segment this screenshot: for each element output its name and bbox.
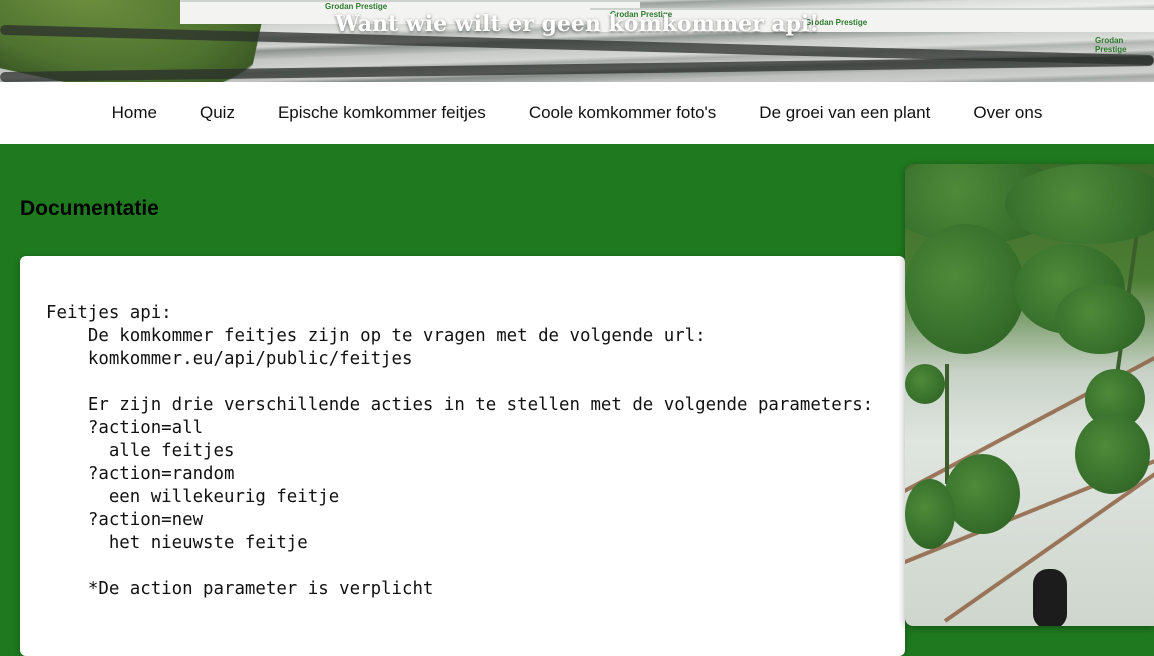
nav-feitjes[interactable]: Epische komkommer feitjes: [256, 103, 507, 123]
leaf: [1075, 414, 1150, 494]
nav-groei[interactable]: De groei van een plant: [738, 103, 952, 123]
header-banner: Grodan Prestige Grodan Prestige Grodan P…: [0, 0, 1154, 82]
nav-over-ons[interactable]: Over ons: [952, 103, 1064, 123]
leaf: [905, 364, 945, 404]
documentation-card: Feitjes api: De komkommer feitjes zijn o…: [20, 256, 905, 656]
leaf: [1055, 284, 1145, 354]
nav-fotos[interactable]: Coole komkommer foto's: [507, 103, 737, 123]
slab-label: Grodan Prestige: [1095, 36, 1127, 54]
cucumber-plant-photo: [905, 164, 1154, 626]
leaf: [905, 224, 1025, 354]
main-nav: Home Quiz Epische komkommer feitjes Cool…: [0, 82, 1154, 144]
nav-home[interactable]: Home: [90, 103, 178, 123]
site-title: Want wie wilt er geen komkommer api!: [334, 11, 820, 37]
nav-quiz[interactable]: Quiz: [179, 103, 257, 123]
boot: [1033, 569, 1067, 626]
page-title: Documentatie: [20, 197, 159, 220]
api-documentation-text: Feitjes api: De komkommer feitjes zijn o…: [46, 303, 874, 599]
leaf: [945, 454, 1020, 534]
leaf: [905, 479, 955, 549]
plant-stem: [945, 364, 949, 484]
slab-label: Grodan Prestige: [325, 2, 388, 11]
